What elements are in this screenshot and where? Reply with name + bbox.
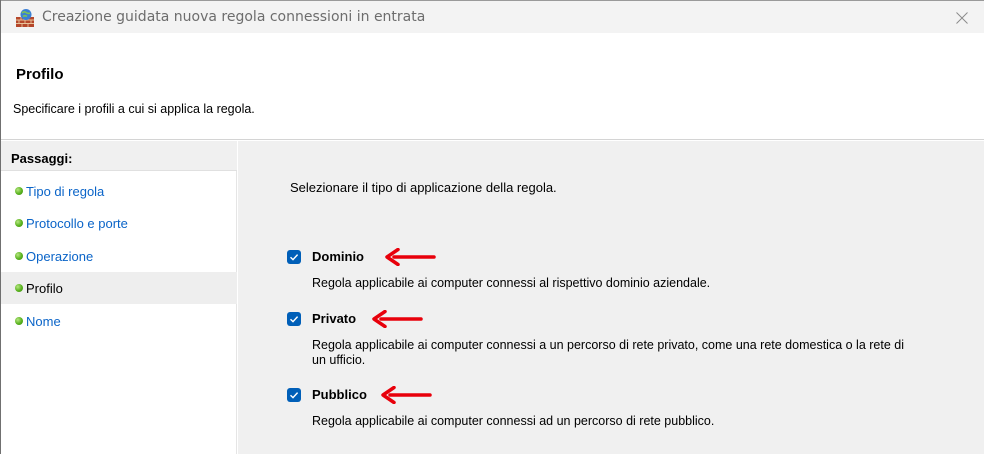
pubblico-label[interactable]: Pubblico	[312, 387, 367, 402]
window-title: Creazione guidata nuova regola connessio…	[42, 9, 426, 25]
close-button[interactable]	[939, 1, 984, 34]
checkmark-icon	[290, 392, 299, 399]
step-protocollo-e-porte[interactable]: Protocollo e porte	[1, 207, 237, 239]
step-tipo-di-regola[interactable]: Tipo di regola	[1, 175, 237, 207]
wizard-header: Profilo Specificare i profili a cui si a…	[1, 33, 984, 140]
privato-label[interactable]: Privato	[312, 311, 356, 326]
privato-description: Regola applicabile ai computer connessi …	[312, 338, 904, 367]
wizard-window: Creazione guidata nuova regola connessio…	[0, 0, 984, 454]
instructions-text: Selezionare il tipo di applicazione dell…	[290, 180, 557, 195]
title-bar: Creazione guidata nuova regola connessio…	[1, 0, 984, 33]
green-dot-icon	[15, 219, 23, 227]
step-label: Operazione	[26, 248, 94, 264]
steps-sidebar: Passaggi: Tipo di regola Protocollo e po…	[1, 141, 237, 454]
green-dot-icon	[15, 252, 23, 260]
step-label: Protocollo e porte	[26, 215, 128, 231]
dominio-description: Regola applicabile ai computer connessi …	[312, 276, 711, 290]
pubblico-checkbox[interactable]	[287, 388, 301, 402]
close-icon	[956, 11, 968, 24]
checkmark-icon	[290, 316, 299, 323]
green-dot-icon	[15, 284, 23, 292]
step-label: Profilo	[26, 280, 63, 296]
page-subtitle: Specificare i profili a cui si applica l…	[13, 102, 255, 116]
checkmark-icon	[290, 254, 299, 261]
dominio-checkbox[interactable]	[287, 250, 301, 264]
green-dot-icon	[15, 187, 23, 195]
step-label: Nome	[26, 313, 61, 329]
sidebar-heading: Passaggi:	[11, 151, 73, 166]
main-panel: Selezionare il tipo di applicazione dell…	[238, 141, 984, 454]
page-title: Profilo	[16, 66, 64, 83]
step-label: Tipo di regola	[26, 183, 105, 199]
red-arrow-icon	[381, 386, 432, 404]
dominio-label[interactable]: Dominio	[312, 249, 364, 264]
red-arrow-icon	[385, 248, 436, 266]
firewall-icon	[15, 8, 35, 28]
step-nome[interactable]: Nome	[1, 305, 237, 337]
red-arrow-icon	[372, 310, 423, 328]
green-dot-icon	[15, 317, 23, 325]
privato-checkbox[interactable]	[287, 312, 301, 326]
step-profilo[interactable]: Profilo	[1, 272, 237, 304]
step-operazione[interactable]: Operazione	[1, 240, 237, 272]
pubblico-description: Regola applicabile ai computer connessi …	[312, 414, 715, 428]
